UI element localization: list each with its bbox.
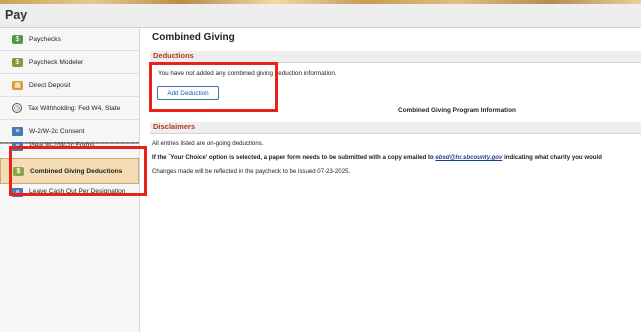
- giving-icon: $: [13, 166, 24, 176]
- sidebar-item-w2-consent[interactable]: ≡ W-2/W-2c Consent: [0, 120, 139, 142]
- disclaimer-line-2-prefix: If the `Your Choice' option is selected,…: [152, 154, 436, 161]
- pay-header: Pay: [0, 4, 641, 28]
- page-header-title: Pay: [5, 8, 28, 22]
- disclaimer-line-1: All entries listed are on-going deductio…: [152, 140, 264, 147]
- paycheck-icon: $: [12, 34, 23, 44]
- sidebar-item-label: W-2/W-2c Consent: [29, 127, 85, 135]
- sidebar: $ Paychecks $ Paycheck Modeler ▦ Direct …: [0, 28, 140, 332]
- no-deductions-message: You have not added any combined giving d…: [158, 70, 337, 77]
- disclaimer-line-3: Changes made will be reflected in the pa…: [152, 168, 351, 175]
- email-link[interactable]: ebsd@hr.sbcounty.gov: [435, 154, 502, 161]
- sidebar-item-label: Tax Withholding: Fed W4, State: [28, 104, 121, 112]
- add-deduction-button[interactable]: Add Deduction: [157, 86, 219, 100]
- sidebar-item-combined-giving[interactable]: $ Combined Giving Deductions: [0, 158, 139, 184]
- disclaimers-section-header: Disclaimers: [150, 122, 641, 134]
- forms-icon: ≡: [12, 142, 23, 151]
- disclaimer-line-2-suffix: indicating what charity you would: [502, 154, 602, 161]
- disclaimers-heading: Disclaimers: [153, 122, 196, 131]
- direct-deposit-icon: ▦: [12, 80, 23, 90]
- page-title: Combined Giving: [152, 32, 235, 43]
- sidebar-item-label: Leave Cash Out Per Designation: [29, 188, 126, 195]
- disclaimer-line-2: If the `Your Choice' option is selected,…: [152, 154, 602, 161]
- consent-icon: ≡: [12, 126, 23, 136]
- sidebar-item-label: Combined Giving Deductions: [30, 167, 123, 175]
- sidebar-item-leave-cash-out[interactable]: ≡ Leave Cash Out Per Designation: [0, 188, 139, 200]
- sidebar-item-label: Paychecks: [29, 35, 61, 43]
- main-content: Combined Giving Deductions You have not …: [140, 28, 641, 332]
- clock-icon: ◷: [12, 103, 22, 113]
- sidebar-item-paycheck-modeler[interactable]: $ Paycheck Modeler: [0, 51, 139, 73]
- leave-icon: ≡: [12, 188, 23, 197]
- program-info-link[interactable]: Combined Giving Program Information: [398, 107, 516, 114]
- modeler-icon: $: [12, 57, 23, 67]
- sidebar-item-paychecks[interactable]: $ Paychecks: [0, 28, 139, 50]
- sidebar-item-label: View W-2/W-2c Forms: [29, 142, 95, 149]
- sidebar-item-view-w2-forms[interactable]: ≡ View W-2/W-2c Forms: [0, 142, 139, 154]
- deductions-heading: Deductions: [153, 51, 194, 60]
- sidebar-item-tax-withholding[interactable]: ◷ Tax Withholding: Fed W4, State: [0, 97, 139, 119]
- deductions-section-header: Deductions: [150, 51, 641, 63]
- sidebar-item-label: Paycheck Modeler: [29, 58, 84, 66]
- sidebar-item-direct-deposit[interactable]: ▦ Direct Deposit: [0, 74, 139, 96]
- sidebar-item-label: Direct Deposit: [29, 81, 71, 89]
